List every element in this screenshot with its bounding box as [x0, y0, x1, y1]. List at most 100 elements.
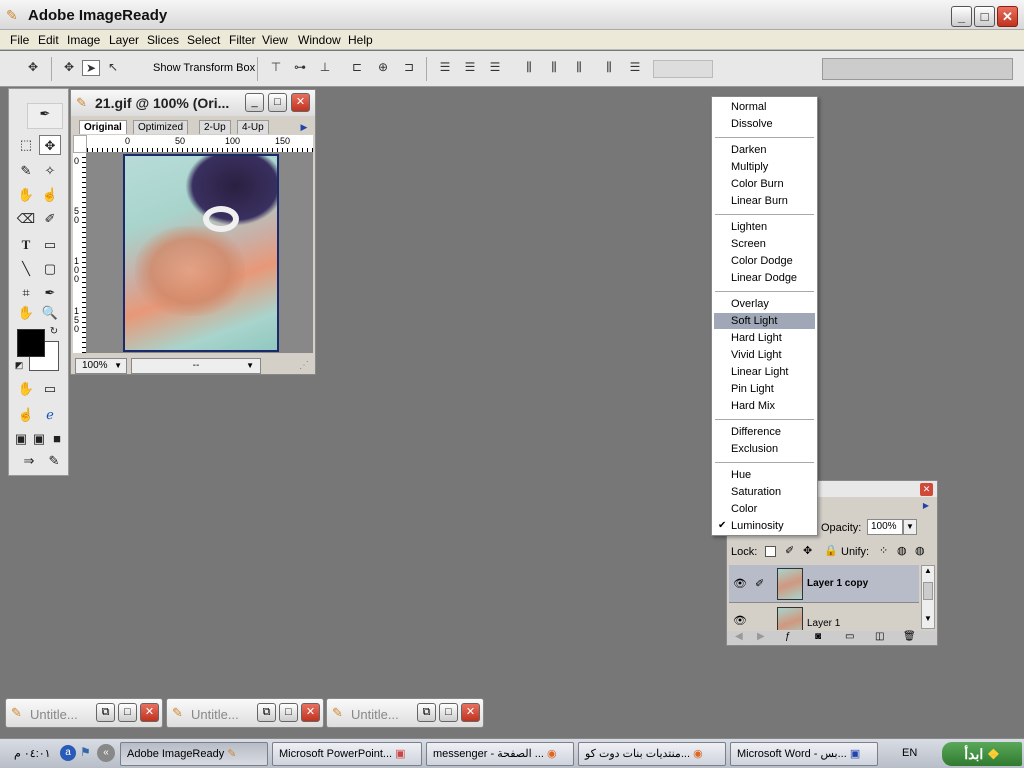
disabled-dropdown[interactable]: [653, 60, 713, 78]
document-minimize-button[interactable]: _: [245, 93, 264, 112]
unify-visibility-icon[interactable]: ◍: [897, 544, 907, 557]
lock-transparency-checkbox[interactable]: [765, 546, 776, 557]
move-tool-icon[interactable]: ✥: [39, 135, 61, 155]
tab-optimized[interactable]: Optimized: [133, 120, 189, 134]
align-top-icon[interactable]: ⊤: [267, 60, 285, 76]
layers-scrollbar[interactable]: ▲ ▼: [921, 565, 935, 629]
maximize-button[interactable]: □: [279, 703, 298, 722]
distribute-vcenter-icon[interactable]: ☰: [461, 60, 479, 76]
taskbar-button-forum[interactable]: منتديات بنات دوت كو... ◉: [578, 742, 726, 766]
hand-tool-icon[interactable]: ✋: [15, 303, 37, 323]
minimized-window[interactable]: ✎ Untitle... ⧉ □ ✕: [326, 698, 484, 728]
lock-all-icon[interactable]: 🔒: [824, 544, 838, 557]
blend-mode-item[interactable]: Linear Burn: [714, 193, 815, 209]
menu-file[interactable]: File: [10, 33, 29, 47]
blend-mode-item[interactable]: Linear Light: [714, 364, 815, 380]
eyedropper-tool-icon[interactable]: ✒: [39, 283, 61, 303]
taskbar-button-word[interactable]: Microsoft Word - بس... ▣: [730, 742, 878, 766]
menu-select[interactable]: Select: [187, 33, 220, 47]
show-hidden-icons-button[interactable]: «: [97, 744, 115, 762]
crop-tool-icon[interactable]: ⌗: [15, 283, 37, 303]
zoom-tool-icon[interactable]: 🔍: [39, 303, 61, 323]
blend-mode-item[interactable]: Color Dodge: [714, 253, 815, 269]
restore-button[interactable]: ⧉: [417, 703, 436, 722]
rectangle-tool-icon[interactable]: ▭: [39, 235, 61, 255]
line-tool-icon[interactable]: ╲: [15, 259, 37, 279]
unify-style-icon[interactable]: ◍: [915, 544, 925, 557]
distribute-left-icon[interactable]: ⫼: [520, 60, 538, 76]
menu-help[interactable]: Help: [348, 33, 373, 47]
blend-mode-item[interactable]: Screen: [714, 236, 815, 252]
menu-layer[interactable]: Layer: [109, 33, 139, 47]
start-button[interactable]: ابدأ ❖: [942, 742, 1022, 766]
maximize-button[interactable]: □: [118, 703, 137, 722]
minimized-window[interactable]: ✎ Untitle... ⧉ □ ✕: [166, 698, 324, 728]
blend-mode-item[interactable]: Overlay: [714, 296, 815, 312]
rounded-rect-tool-icon[interactable]: ▢: [39, 259, 61, 279]
blend-mode-item[interactable]: Color: [714, 501, 815, 517]
align-bottom-icon[interactable]: ⊥: [316, 60, 334, 76]
new-layer-icon[interactable]: ◫: [875, 631, 884, 642]
lock-position-icon[interactable]: ✥: [803, 544, 812, 557]
eraser-tool-icon[interactable]: ⌫: [15, 209, 37, 229]
eye-icon[interactable]: 👁: [733, 577, 747, 590]
restore-button[interactable]: ⧉: [96, 703, 115, 722]
rollover-preview-icon[interactable]: ☝: [15, 405, 37, 425]
menu-filter[interactable]: Filter: [229, 33, 256, 47]
taskbar-button-imageready[interactable]: Adobe ImageReady ✎: [120, 742, 268, 766]
direct-select-icon[interactable]: ↖: [104, 60, 122, 76]
distribute-bottom-icon[interactable]: ☰: [486, 60, 504, 76]
blend-mode-item[interactable]: Vivid Light: [714, 347, 815, 363]
canvas-area[interactable]: [87, 153, 313, 353]
scroll-down-icon[interactable]: ▼: [922, 614, 934, 628]
blend-mode-item[interactable]: Lighten: [714, 219, 815, 235]
close-button[interactable]: ✕: [997, 6, 1018, 27]
tab-2-up[interactable]: 2-Up: [199, 120, 231, 134]
taskbar-button-messenger[interactable]: messenger - الصفحة ... ◉: [426, 742, 574, 766]
layer-row[interactable]: 👁 Layer 1: [729, 604, 919, 630]
blend-mode-item[interactable]: Exclusion: [714, 441, 815, 457]
feather-logo-icon[interactable]: ✒: [27, 103, 63, 129]
close-button[interactable]: ✕: [461, 703, 480, 722]
opacity-input[interactable]: 100%: [867, 519, 903, 535]
minimized-window[interactable]: ✎ Untitle... ⧉ □ ✕: [5, 698, 163, 728]
blend-mode-item[interactable]: ✔ Luminosity: [714, 518, 815, 534]
tab-4-up[interactable]: 4-Up: [237, 120, 269, 134]
document-title-bar[interactable]: ✎ 21.gif @ 100% (Ori... _ □ ✕: [71, 90, 315, 116]
menu-edit[interactable]: Edit: [38, 33, 59, 47]
blend-mode-item[interactable]: Dissolve: [714, 116, 815, 132]
blend-mode-item[interactable]: Linear Dodge: [714, 270, 815, 286]
swap-colors-icon[interactable]: ↻: [47, 325, 61, 339]
foreground-color-swatch[interactable]: [17, 329, 45, 357]
menu-slices[interactable]: Slices: [147, 33, 179, 47]
brush-tool-icon[interactable]: ✐: [39, 209, 61, 229]
distribute-hcenter-icon[interactable]: ⫼: [545, 60, 563, 76]
layer-row[interactable]: 👁 ✐ Layer 1 copy: [729, 565, 919, 603]
close-button[interactable]: ✕: [140, 703, 159, 722]
match-height-icon[interactable]: ☰: [626, 60, 644, 76]
slice-tool-icon[interactable]: ✋: [15, 185, 37, 205]
blend-mode-item[interactable]: Hard Light: [714, 330, 815, 346]
close-button[interactable]: ✕: [301, 703, 320, 722]
unify-position-icon[interactable]: ⁘: [879, 544, 888, 557]
default-colors-icon[interactable]: ◩: [13, 359, 25, 371]
slice-select-icon[interactable]: ☝: [39, 185, 61, 205]
type-tool-icon[interactable]: T: [15, 235, 37, 255]
blend-mode-item[interactable]: Normal: [714, 99, 815, 115]
minimize-button[interactable]: _: [951, 6, 972, 27]
align-vcenter-icon[interactable]: ⊶: [291, 60, 309, 76]
blend-mode-item[interactable]: Color Burn: [714, 176, 815, 192]
screen-mode-full-menu-icon[interactable]: ▣: [31, 429, 47, 449]
language-indicator[interactable]: EN: [902, 747, 917, 759]
layers-close-button[interactable]: ✕: [920, 483, 933, 496]
previous-frame-icon[interactable]: ◀: [735, 631, 743, 642]
arrow-select-icon[interactable]: ➤: [82, 60, 100, 76]
layers-menu-arrow-icon[interactable]: ▶: [920, 501, 932, 513]
tab-menu-arrow-icon[interactable]: ▶: [297, 120, 311, 134]
document-close-button[interactable]: ✕: [291, 93, 310, 112]
document-maximize-button[interactable]: □: [268, 93, 287, 112]
new-set-icon[interactable]: ▭: [845, 631, 854, 642]
match-width-icon[interactable]: ⫼: [600, 60, 618, 76]
eye-icon[interactable]: 👁: [733, 614, 747, 627]
scroll-thumb[interactable]: [923, 582, 933, 600]
